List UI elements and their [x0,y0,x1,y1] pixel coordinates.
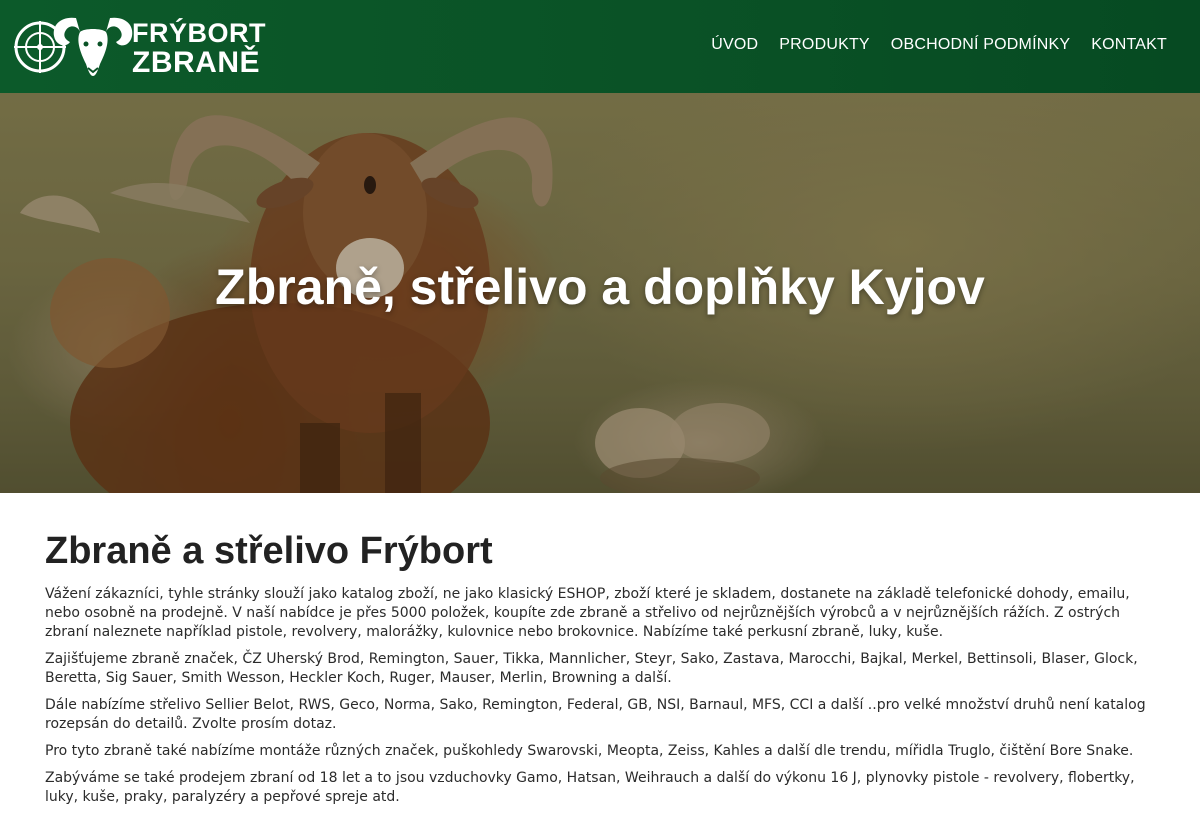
optics-paragraph: Pro tyto zbraně také nabízíme montáže rů… [45,743,1134,759]
hero-banner: Zbraně, střelivo a doplňky Kyjov [0,93,1200,493]
logo-line2: ZBRANĚ [132,46,260,79]
nav-item-kontakt[interactable]: KONTAKT [1091,36,1167,54]
logo-text: FRÝBORT ZBRANĚ [132,18,266,78]
nav-item-produkty[interactable]: PRODUKTY [779,36,870,54]
hero-title: Zbraně, střelivo a doplňky Kyjov [215,259,985,315]
ram-crosshair-icon [14,17,133,76]
logo-line1: FRÝBORT [132,18,266,48]
ammo-paragraph: Dále nabízíme střelivo Sellier Belot, RW… [45,697,1146,732]
main-content: Zbraně a střelivo Frýbort Vážení zákazní… [45,530,1160,815]
main-nav: ÚVOD PRODUKTY OBCHODNÍ PODMÍNKY KONTAKT [711,36,1167,54]
intro-paragraph: Vážení zákazníci, tyhle stránky slouží j… [45,586,1130,640]
nav-item-uvod[interactable]: ÚVOD [711,36,758,54]
site-header: FRÝBORT ZBRANĚ ÚVOD PRODUKTY OBCHODNÍ PO… [0,0,1200,93]
brands-paragraph: Zajišťujeme zbraně značek, ČZ Uherský Br… [45,651,1138,686]
nav-item-obchodni-podminky[interactable]: OBCHODNÍ PODMÍNKY [891,36,1070,54]
page-heading: Zbraně a střelivo Frýbort [45,530,493,572]
air-guns-paragraph: Zabýváme se také prodejem zbraní od 18 l… [45,770,1135,805]
site-logo[interactable]: FRÝBORT ZBRANĚ [14,10,266,80]
